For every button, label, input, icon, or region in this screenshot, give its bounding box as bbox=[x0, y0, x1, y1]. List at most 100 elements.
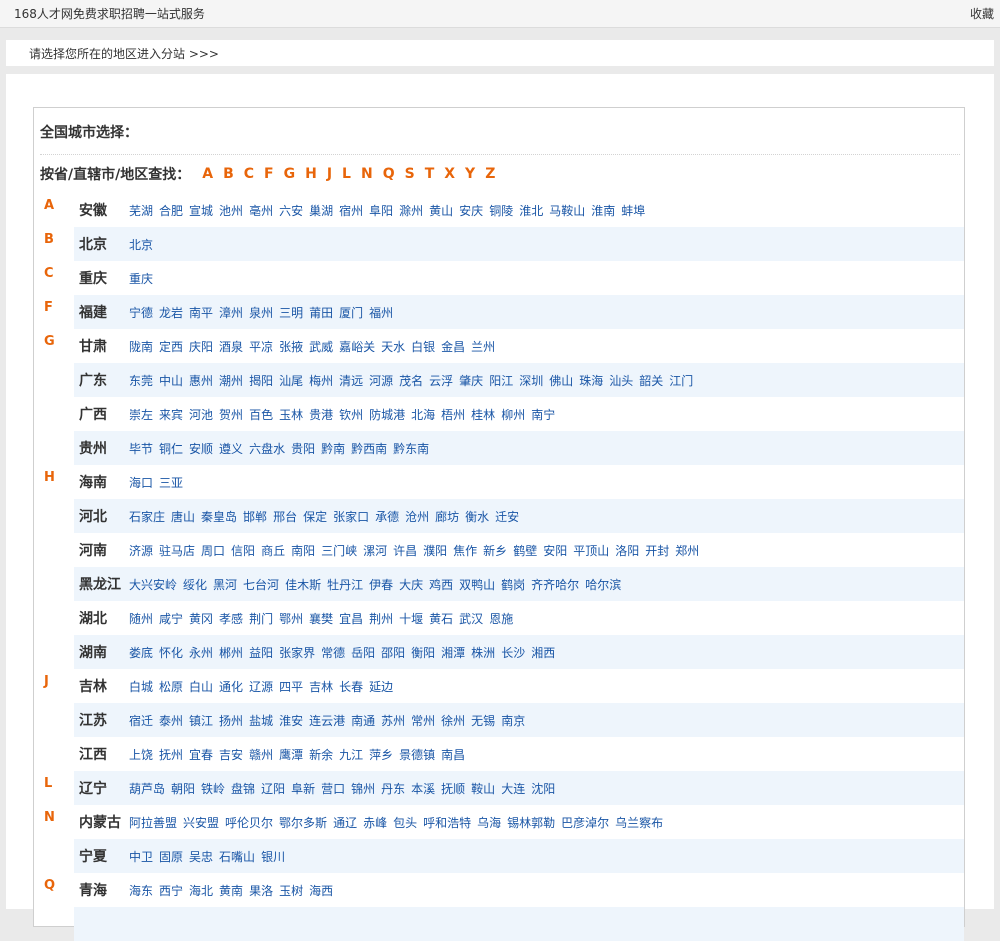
city-link[interactable]: 萍乡 bbox=[369, 746, 393, 763]
city-link[interactable]: 朝阳 bbox=[171, 780, 195, 797]
city-link[interactable]: 伊春 bbox=[369, 576, 393, 593]
city-link[interactable]: 龙岩 bbox=[159, 304, 183, 321]
city-link[interactable]: 周口 bbox=[201, 542, 225, 559]
city-link[interactable]: 乌兰察布 bbox=[615, 814, 663, 831]
city-link[interactable]: 铁岭 bbox=[201, 780, 225, 797]
city-link[interactable]: 许昌 bbox=[393, 542, 417, 559]
city-link[interactable]: 巴彦淖尔 bbox=[561, 814, 609, 831]
city-link[interactable]: 揭阳 bbox=[249, 372, 273, 389]
city-link[interactable]: 鹰潭 bbox=[279, 746, 303, 763]
city-link[interactable]: 河池 bbox=[189, 406, 213, 423]
city-link[interactable]: 营口 bbox=[321, 780, 345, 797]
city-link[interactable]: 抚州 bbox=[159, 746, 183, 763]
city-link[interactable]: 吴忠 bbox=[189, 848, 213, 865]
city-link[interactable]: 柳州 bbox=[501, 406, 525, 423]
city-link[interactable]: 秦皇岛 bbox=[201, 508, 237, 525]
city-link[interactable]: 蚌埠 bbox=[621, 202, 645, 219]
city-link[interactable]: 泰州 bbox=[159, 712, 183, 729]
city-link[interactable]: 恩施 bbox=[489, 610, 513, 627]
city-link[interactable]: 海口 bbox=[129, 474, 153, 491]
city-link[interactable]: 中卫 bbox=[129, 848, 153, 865]
city-link[interactable]: 白银 bbox=[411, 338, 435, 355]
city-link[interactable]: 阜新 bbox=[291, 780, 315, 797]
city-link[interactable]: 延边 bbox=[369, 678, 393, 695]
city-link[interactable]: 本溪 bbox=[411, 780, 435, 797]
city-link[interactable]: 哈尔滨 bbox=[585, 576, 621, 593]
city-link[interactable]: 黔南 bbox=[321, 440, 345, 457]
city-link[interactable]: 淮安 bbox=[279, 712, 303, 729]
city-link[interactable]: 衡阳 bbox=[411, 644, 435, 661]
city-link[interactable]: 黔西南 bbox=[351, 440, 387, 457]
city-link[interactable]: 武汉 bbox=[459, 610, 483, 627]
city-link[interactable]: 安阳 bbox=[543, 542, 567, 559]
city-link[interactable]: 定西 bbox=[159, 338, 183, 355]
city-link[interactable]: 廊坊 bbox=[435, 508, 459, 525]
city-link[interactable]: 滁州 bbox=[399, 202, 423, 219]
city-link[interactable]: 乌海 bbox=[477, 814, 501, 831]
city-link[interactable]: 张家界 bbox=[279, 644, 315, 661]
city-link[interactable]: 南阳 bbox=[291, 542, 315, 559]
letter-link-t[interactable]: T bbox=[425, 166, 435, 182]
city-link[interactable]: 崇左 bbox=[129, 406, 153, 423]
city-link[interactable]: 铜仁 bbox=[159, 440, 183, 457]
city-link[interactable]: 保定 bbox=[303, 508, 327, 525]
city-link[interactable]: 信阳 bbox=[231, 542, 255, 559]
city-link[interactable]: 锡林郭勒 bbox=[507, 814, 555, 831]
city-link[interactable]: 娄底 bbox=[129, 644, 153, 661]
city-link[interactable]: 湘西 bbox=[531, 644, 555, 661]
city-link[interactable]: 鹤岗 bbox=[501, 576, 525, 593]
city-link[interactable]: 齐齐哈尔 bbox=[531, 576, 579, 593]
city-link[interactable]: 承德 bbox=[375, 508, 399, 525]
city-link[interactable]: 丹东 bbox=[381, 780, 405, 797]
city-link[interactable]: 唐山 bbox=[171, 508, 195, 525]
city-link[interactable]: 焦作 bbox=[453, 542, 477, 559]
city-link[interactable]: 鄂尔多斯 bbox=[279, 814, 327, 831]
city-link[interactable]: 通辽 bbox=[333, 814, 357, 831]
city-link[interactable]: 茂名 bbox=[399, 372, 423, 389]
city-link[interactable]: 金昌 bbox=[441, 338, 465, 355]
city-link[interactable]: 宿州 bbox=[339, 202, 363, 219]
city-link[interactable]: 驻马店 bbox=[159, 542, 195, 559]
city-link[interactable]: 郑州 bbox=[675, 542, 699, 559]
letter-link-b[interactable]: B bbox=[223, 166, 234, 182]
city-link[interactable]: 宜昌 bbox=[339, 610, 363, 627]
city-link[interactable]: 淮南 bbox=[591, 202, 615, 219]
city-link[interactable]: 邢台 bbox=[273, 508, 297, 525]
city-link[interactable]: 郴州 bbox=[219, 644, 243, 661]
city-link[interactable]: 新余 bbox=[309, 746, 333, 763]
city-link[interactable]: 沧州 bbox=[405, 508, 429, 525]
city-link[interactable]: 毕节 bbox=[129, 440, 153, 457]
city-link[interactable]: 葫芦岛 bbox=[129, 780, 165, 797]
city-link[interactable]: 张掖 bbox=[279, 338, 303, 355]
city-link[interactable]: 泉州 bbox=[249, 304, 273, 321]
city-link[interactable]: 双鸭山 bbox=[459, 576, 495, 593]
city-link[interactable]: 贺州 bbox=[219, 406, 243, 423]
letter-link-n[interactable]: N bbox=[361, 166, 373, 182]
bookmark-link[interactable]: 收藏 bbox=[970, 5, 994, 22]
city-link[interactable]: 铜陵 bbox=[489, 202, 513, 219]
city-link[interactable]: 常州 bbox=[411, 712, 435, 729]
city-link[interactable]: 十堰 bbox=[399, 610, 423, 627]
city-link[interactable]: 桂林 bbox=[471, 406, 495, 423]
city-link[interactable]: 迁安 bbox=[495, 508, 519, 525]
city-link[interactable]: 河源 bbox=[369, 372, 393, 389]
city-link[interactable]: 江门 bbox=[669, 372, 693, 389]
city-link[interactable]: 南宁 bbox=[531, 406, 555, 423]
city-link[interactable]: 九江 bbox=[339, 746, 363, 763]
city-link[interactable]: 兰州 bbox=[471, 338, 495, 355]
letter-link-a[interactable]: A bbox=[202, 166, 213, 182]
city-link[interactable]: 海北 bbox=[189, 882, 213, 899]
city-link[interactable]: 洛阳 bbox=[615, 542, 639, 559]
city-link[interactable]: 襄樊 bbox=[309, 610, 333, 627]
city-link[interactable]: 沈阳 bbox=[531, 780, 555, 797]
city-link[interactable]: 阜阳 bbox=[369, 202, 393, 219]
city-link[interactable]: 大庆 bbox=[399, 576, 423, 593]
city-link[interactable]: 抚顺 bbox=[441, 780, 465, 797]
city-link[interactable]: 赤峰 bbox=[363, 814, 387, 831]
city-link[interactable]: 韶关 bbox=[639, 372, 663, 389]
city-link[interactable]: 包头 bbox=[393, 814, 417, 831]
city-link[interactable]: 贵港 bbox=[309, 406, 333, 423]
city-link[interactable]: 怀化 bbox=[159, 644, 183, 661]
city-link[interactable]: 果洛 bbox=[249, 882, 273, 899]
city-link[interactable]: 百色 bbox=[249, 406, 273, 423]
